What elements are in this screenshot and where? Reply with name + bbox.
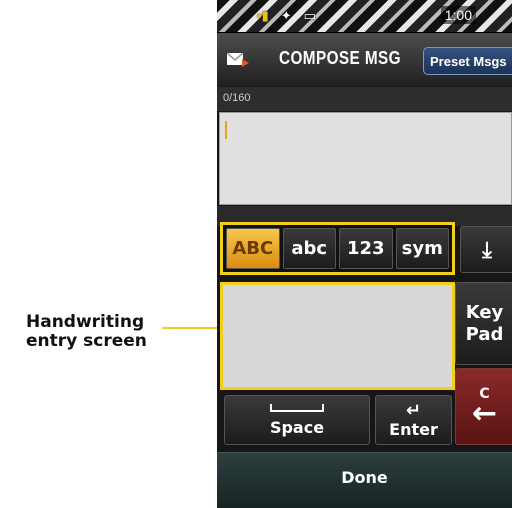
envelope-icon <box>227 53 249 67</box>
clear-button[interactable]: C ← <box>455 368 512 445</box>
preset-msgs-button[interactable]: Preset Msgs <box>423 47 512 75</box>
sim-icon: ▭ <box>303 8 316 23</box>
counter-bar: 0/160 <box>217 87 512 111</box>
message-input[interactable] <box>219 112 512 205</box>
handwriting-entry-area[interactable] <box>220 282 455 390</box>
keypad-label-line1: Key <box>465 301 504 323</box>
mode-button-numbers[interactable]: 123 <box>339 228 393 269</box>
mode-button-uppercase[interactable]: ABC <box>226 228 280 269</box>
callout-line-2: entry screen <box>26 331 147 351</box>
title-bar: COMPOSE MSG Preset Msgs <box>217 33 512 87</box>
text-caret <box>225 121 227 139</box>
phone-screen: ▪▮ ✦ ▭ 1:00 COMPOSE MSG Preset Msgs 0/16… <box>217 0 512 508</box>
mode-button-lowercase[interactable]: abc <box>282 228 336 269</box>
hide-keyboard-button[interactable]: ⤓ <box>460 226 512 273</box>
download-arrow-icon: ⤓ <box>482 236 492 262</box>
input-mode-selector: ABC abc 123 sym <box>220 222 455 275</box>
page-title: COMPOSE MSG <box>279 48 401 68</box>
return-arrow-icon: ↵ <box>405 399 422 421</box>
mode-button-symbols[interactable]: sym <box>395 228 449 269</box>
backspace-arrow-icon: ← <box>471 395 498 431</box>
signal-icon: ▪▮ <box>257 8 269 23</box>
enter-button[interactable]: ↵ Enter <box>375 395 452 445</box>
gps-icon: ✦ <box>280 8 292 23</box>
character-counter: 0/160 <box>223 92 251 104</box>
done-label: Done <box>341 468 388 487</box>
status-time: 1:00 <box>440 6 476 24</box>
status-bar: ▪▮ ✦ ▭ 1:00 <box>217 0 512 33</box>
space-bar-icon <box>270 403 324 412</box>
keypad-button[interactable]: Key Pad <box>455 282 512 365</box>
callout-leader-line <box>162 327 222 329</box>
callout-line-1: Handwriting <box>26 312 145 332</box>
enter-label: Enter <box>389 419 438 439</box>
space-button[interactable]: Space <box>224 395 370 445</box>
keypad-label-line2: Pad <box>465 323 504 345</box>
done-button[interactable]: Done <box>217 452 512 508</box>
handwriting-callout: Handwriting entry screen <box>26 313 176 351</box>
space-label: Space <box>269 417 325 437</box>
